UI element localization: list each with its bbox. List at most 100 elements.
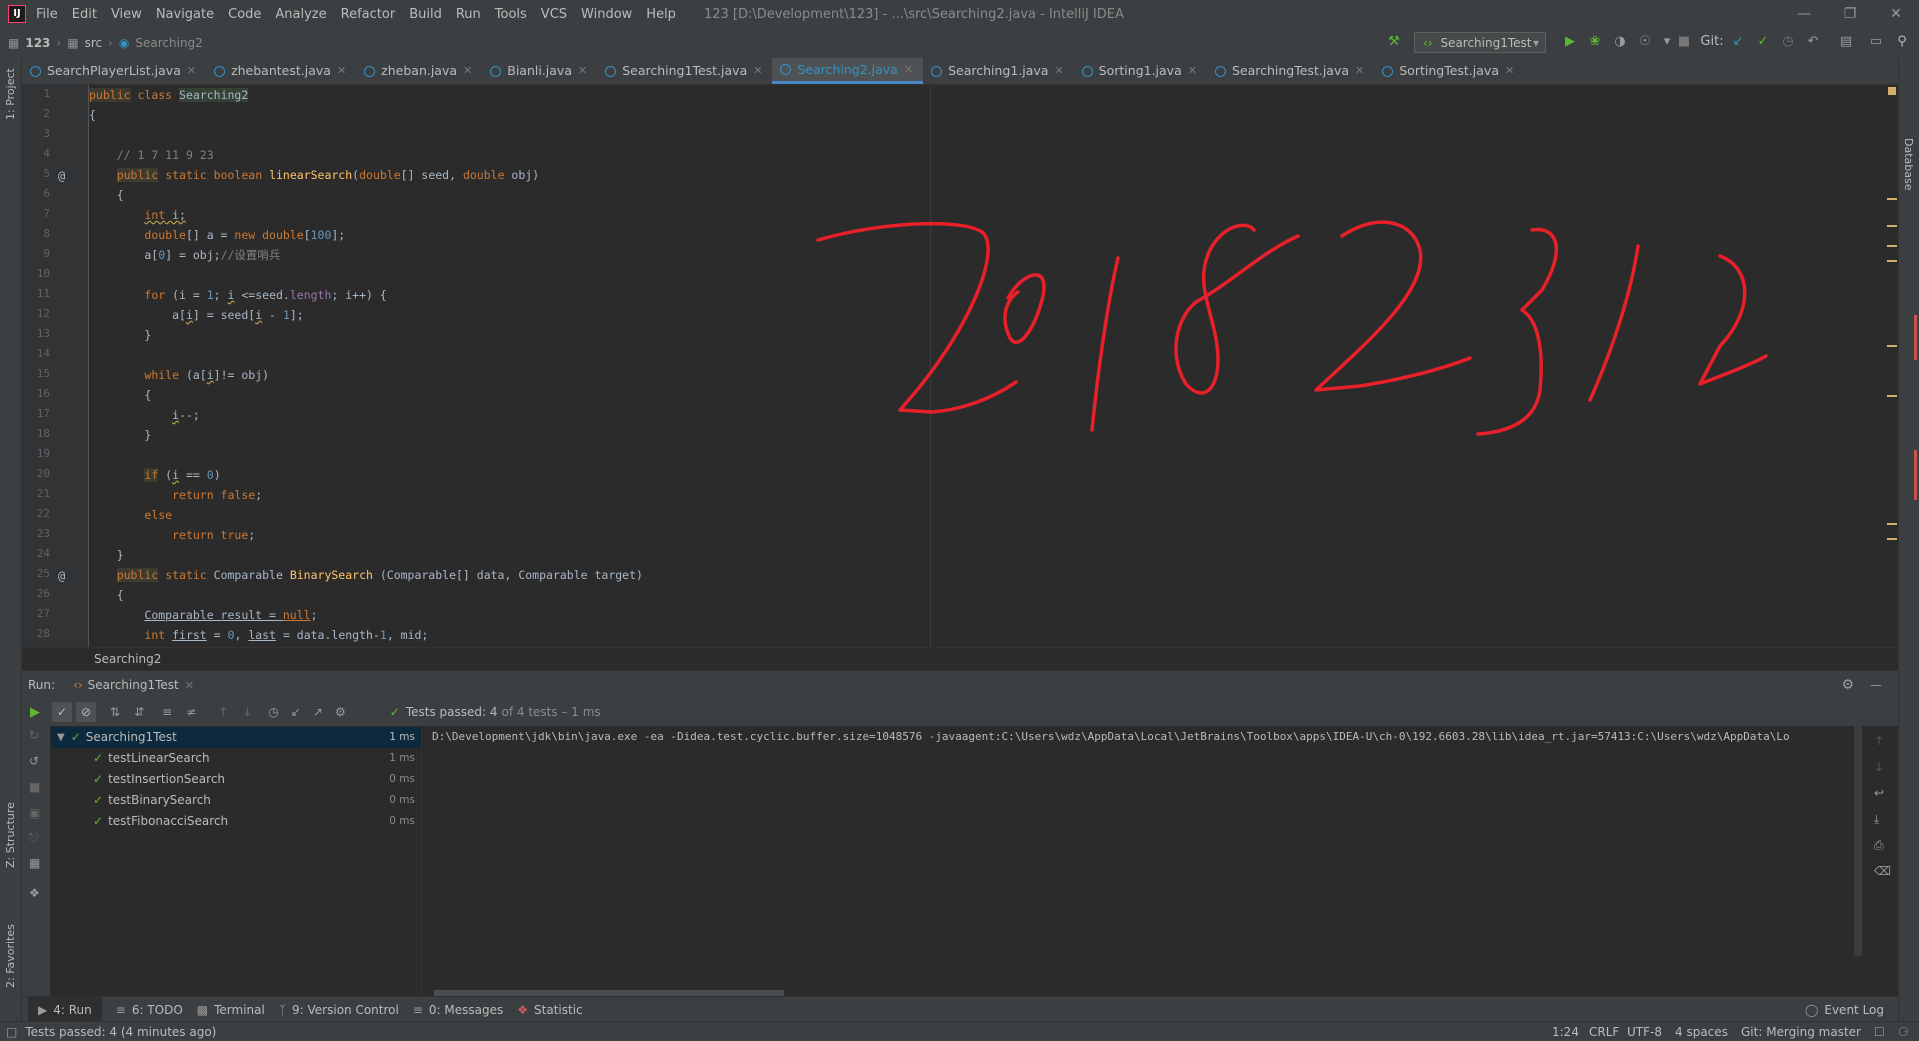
rerun-icon[interactable]: ▶: [30, 705, 40, 720]
tab-searching1[interactable]: Searching1.java ✕: [923, 58, 1074, 84]
rerun-failed-icon[interactable]: ↻: [29, 728, 39, 742]
close-tab-icon[interactable]: ✕: [187, 58, 196, 84]
export-icon[interactable]: ↗: [313, 705, 323, 719]
tab-sortingtest[interactable]: SortingTest.java ✕: [1374, 58, 1524, 84]
sort-duration-icon[interactable]: ⇵: [134, 705, 144, 719]
tab-bianli[interactable]: Bianli.java ✕: [482, 58, 597, 84]
tab-searching1test[interactable]: Searching1Test.java ✕: [597, 58, 772, 84]
close-tab-icon[interactable]: ✕: [1355, 58, 1364, 84]
project-structure-icon[interactable]: ▤: [1838, 34, 1854, 50]
scroll-marker[interactable]: [1887, 260, 1897, 262]
trash-icon[interactable]: ⌫: [1874, 864, 1891, 878]
menu-build[interactable]: Build: [409, 7, 442, 22]
expand-all-icon[interactable]: ≡: [162, 705, 172, 719]
version-control-tool-button[interactable]: ᛉ 9: Version Control: [279, 1003, 399, 1017]
history-icon[interactable]: ◷: [268, 705, 278, 719]
tab-searchingtest[interactable]: SearchingTest.java ✕: [1207, 58, 1374, 84]
scroll-marker[interactable]: [1887, 395, 1897, 397]
next-failed-icon[interactable]: ↓: [242, 705, 252, 719]
breadcrumb-src[interactable]: src: [85, 36, 103, 50]
menu-edit[interactable]: Edit: [72, 7, 97, 22]
show-ignored-icon[interactable]: ⊘: [76, 702, 96, 722]
messages-tool-button[interactable]: ≡ 0: Messages: [413, 1003, 503, 1017]
run-configuration-select[interactable]: ‹› Searching1Test ▾: [1414, 32, 1546, 53]
menu-file[interactable]: File: [36, 7, 58, 22]
git-rollback-icon[interactable]: ↶: [1805, 34, 1821, 50]
close-run-tab-icon[interactable]: ✕: [185, 679, 194, 692]
menu-navigate[interactable]: Navigate: [156, 7, 214, 22]
vertical-scrollbar[interactable]: [1854, 726, 1862, 956]
minimize-panel-icon[interactable]: —: [1870, 678, 1882, 692]
profile-icon[interactable]: ☉: [1637, 34, 1653, 50]
stop-icon[interactable]: ■: [29, 780, 40, 794]
close-tab-icon[interactable]: ✕: [1054, 58, 1063, 84]
menu-run[interactable]: Run: [456, 7, 481, 22]
build-hammer-icon[interactable]: ⚒: [1386, 34, 1402, 50]
menu-view[interactable]: View: [111, 7, 142, 22]
breadcrumb-project[interactable]: 123: [25, 36, 50, 50]
close-tab-icon[interactable]: ✕: [337, 58, 346, 84]
override-marker-icon[interactable]: @: [58, 569, 65, 583]
git-commit-icon[interactable]: ✓: [1755, 34, 1771, 50]
breadcrumb-file[interactable]: Searching2: [135, 36, 202, 50]
indent-setting[interactable]: 4 spaces: [1675, 1025, 1728, 1039]
close-tab-icon[interactable]: ✕: [904, 58, 913, 81]
structure-tool-button[interactable]: Z: Structure: [4, 802, 17, 868]
collapse-all-icon[interactable]: ≠: [186, 705, 196, 719]
git-branch[interactable]: Git: Merging master: [1741, 1025, 1861, 1039]
run-tab-label[interactable]: Searching1Test: [88, 678, 179, 692]
status-toggle-icon[interactable]: □: [6, 1025, 17, 1039]
close-tab-icon[interactable]: ✕: [753, 58, 762, 84]
print-icon[interactable]: ⎙: [1874, 838, 1884, 853]
minimize-icon[interactable]: —: [1781, 0, 1827, 28]
search-icon[interactable]: ⚲: [1894, 34, 1910, 50]
tab-zheban[interactable]: zheban.java ✕: [356, 58, 482, 84]
test-row[interactable]: ✓ testInsertionSearch 0 ms: [51, 769, 421, 790]
caret-position[interactable]: 1:24: [1552, 1025, 1579, 1039]
soft-wrap-icon[interactable]: ↩: [1874, 786, 1884, 800]
todo-tool-button[interactable]: ≡ 6: TODO: [116, 1003, 183, 1017]
scroll-marker[interactable]: [1887, 523, 1897, 525]
stop-icon[interactable]: ■: [1676, 34, 1692, 50]
tab-zhebantest[interactable]: zhebantest.java ✕: [206, 58, 356, 84]
up-arrow-icon[interactable]: ↑: [1874, 734, 1884, 748]
line-separator[interactable]: CRLF: [1589, 1025, 1619, 1039]
git-history-icon[interactable]: ◷: [1780, 34, 1796, 50]
menu-analyze[interactable]: Analyze: [275, 7, 326, 22]
layout-icon[interactable]: ▭: [1868, 34, 1884, 50]
console-output[interactable]: D:\Development\jdk\bin\java.exe -ea -Did…: [422, 726, 1862, 996]
restore-icon[interactable]: ❐: [1827, 0, 1873, 28]
statistic-tool-button[interactable]: ❖ Statistic: [517, 1003, 582, 1017]
import-icon[interactable]: ↙: [291, 705, 301, 719]
close-tab-icon[interactable]: ✕: [578, 58, 587, 84]
previous-failed-icon[interactable]: ↑: [218, 705, 228, 719]
terminal-tool-button[interactable]: ▩ Terminal: [197, 1003, 265, 1017]
gear-icon[interactable]: ⚙: [1841, 677, 1854, 693]
code-editor[interactable]: public class Searching2 { // 1 7 11 9 23…: [89, 85, 1887, 647]
scroll-marker[interactable]: [1887, 245, 1897, 247]
menu-code[interactable]: Code: [228, 7, 261, 22]
test-row[interactable]: ✓ testBinarySearch 0 ms: [51, 790, 421, 811]
down-arrow-icon[interactable]: ↓: [1874, 760, 1884, 774]
git-update-icon[interactable]: ↙: [1730, 34, 1746, 50]
warning-status-icon[interactable]: [1888, 87, 1896, 95]
menu-vcs[interactable]: VCS: [541, 7, 567, 22]
menu-refactor[interactable]: Refactor: [341, 7, 396, 22]
project-tool-button[interactable]: 1: Project: [4, 68, 17, 120]
toggle-autotest-icon[interactable]: ↺: [29, 754, 39, 768]
close-tab-icon[interactable]: ✕: [463, 58, 472, 84]
close-tab-icon[interactable]: ✕: [1505, 58, 1514, 84]
editor-scrollbar[interactable]: [1887, 85, 1898, 647]
menu-help[interactable]: Help: [646, 7, 676, 22]
database-tool-button[interactable]: Database: [1902, 138, 1915, 191]
lock-icon[interactable]: ☐: [1874, 1025, 1885, 1039]
scroll-marker[interactable]: [1887, 538, 1897, 540]
test-suite-row[interactable]: ▼ ✓ Searching1Test 1 ms: [51, 727, 421, 748]
favorites-tool-button[interactable]: 2: Favorites: [4, 924, 17, 988]
status-message[interactable]: Tests passed: 4 (4 minutes ago): [25, 1025, 216, 1039]
close-tab-icon[interactable]: ✕: [1188, 58, 1197, 84]
chevron-down-icon[interactable]: ▼: [57, 727, 65, 748]
override-marker-icon[interactable]: @: [58, 169, 65, 183]
test-row[interactable]: ✓ testLinearSearch 1 ms: [51, 748, 421, 769]
settings-icon[interactable]: ⚙: [335, 705, 346, 719]
